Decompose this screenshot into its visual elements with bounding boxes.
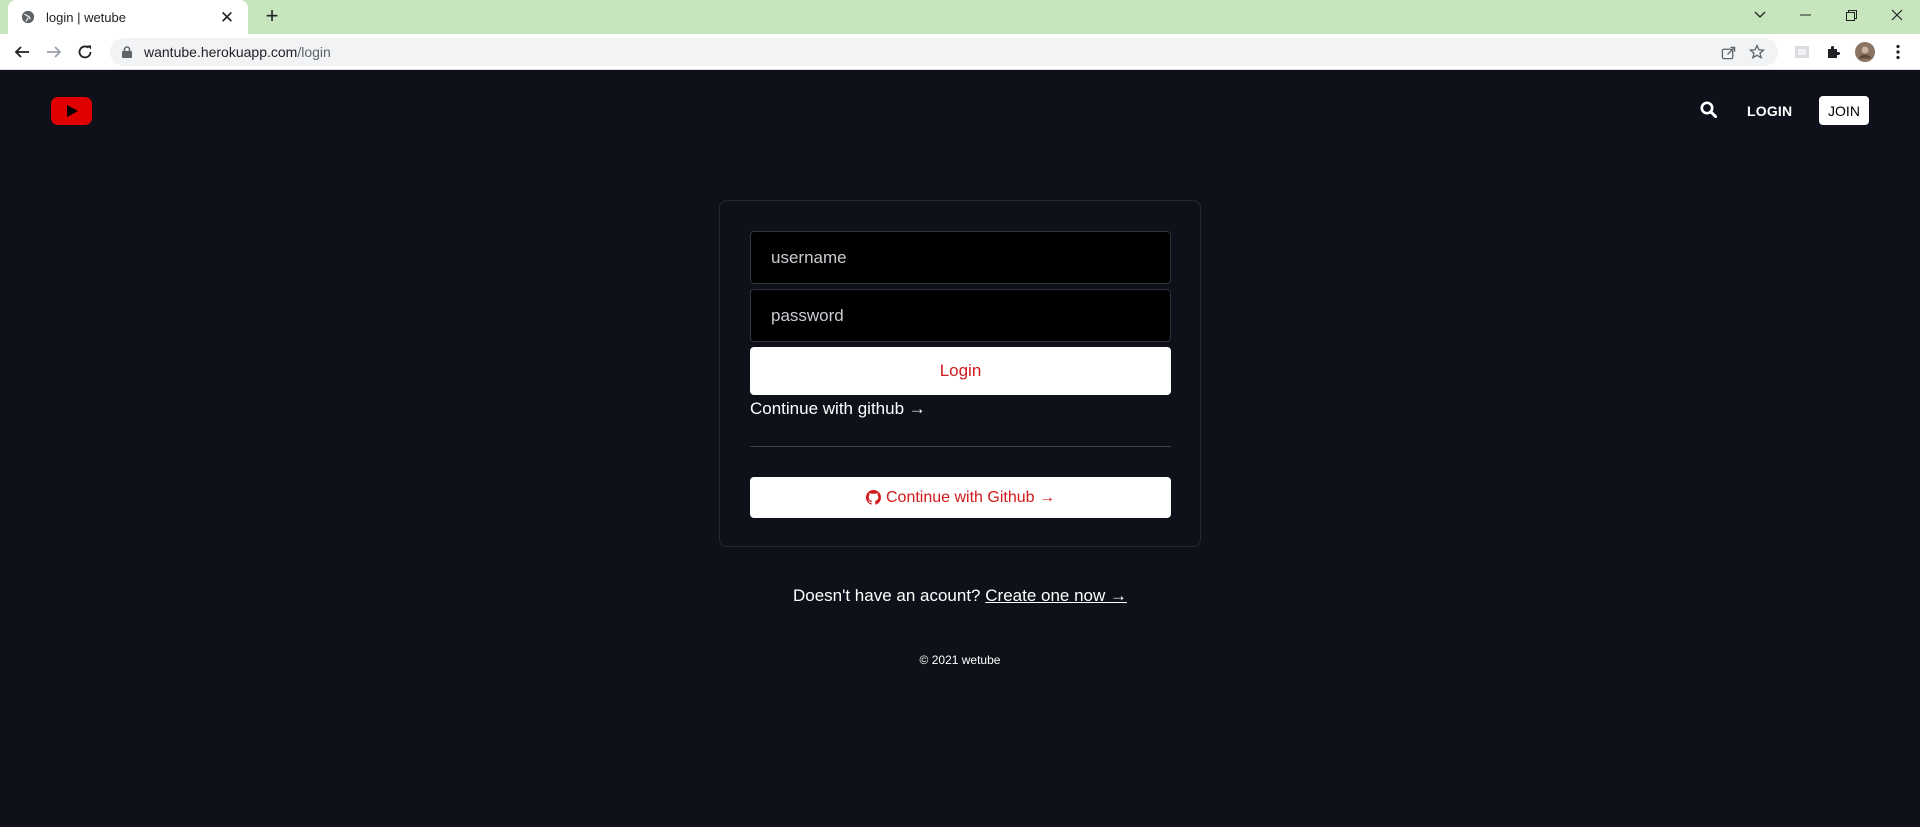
globe-icon	[20, 9, 36, 25]
signup-prompt-text: Doesn't have an acount?	[792, 586, 981, 605]
forward-arrow-icon[interactable]	[42, 40, 66, 64]
username-input[interactable]	[750, 231, 1171, 284]
github-icon	[866, 490, 881, 505]
address-bar[interactable]: wantube.herokuapp.com/login	[110, 38, 1778, 66]
browser-toolbar: wantube.herokuapp.com/login	[0, 34, 1920, 70]
puzzle-icon[interactable]	[1823, 42, 1843, 62]
minimize-icon[interactable]	[1782, 0, 1828, 30]
join-button[interactable]: JOIN	[1819, 96, 1869, 125]
url-host: wantube.herokuapp.com	[144, 44, 298, 60]
play-logo-icon[interactable]	[51, 97, 92, 125]
login-button[interactable]: Login	[750, 347, 1171, 395]
plus-icon[interactable]: +	[260, 5, 284, 29]
divider	[750, 446, 1171, 447]
profile-avatar-icon[interactable]	[1855, 42, 1875, 62]
nav-login-link[interactable]: LOGIN	[1747, 103, 1792, 119]
url-text: wantube.herokuapp.com/login	[144, 44, 331, 60]
search-icon[interactable]	[1700, 101, 1718, 119]
star-icon[interactable]	[1747, 42, 1767, 62]
browser-tab-strip: login | wetube ✕ +	[0, 0, 1920, 34]
github-button-label: Continue with Github →	[886, 488, 1055, 506]
url-path: /login	[297, 44, 331, 60]
github-login-button[interactable]: Continue with Github →	[750, 477, 1171, 518]
share-icon[interactable]	[1718, 42, 1738, 62]
reload-icon[interactable]	[73, 40, 97, 64]
window-close-icon[interactable]	[1874, 0, 1920, 30]
back-arrow-icon[interactable]	[10, 40, 34, 64]
signup-prompt: Doesn't have an acount? Create one now →	[0, 586, 1920, 606]
password-input[interactable]	[750, 289, 1171, 342]
chevron-down-icon[interactable]	[1737, 0, 1783, 30]
tab-title: login | wetube	[46, 9, 126, 25]
lock-icon[interactable]	[122, 46, 134, 58]
continue-github-link[interactable]: Continue with github →	[750, 399, 926, 419]
login-card: Login Continue with github → Continue wi…	[719, 200, 1201, 547]
restore-icon[interactable]	[1828, 0, 1874, 30]
browser-tab[interactable]: login | wetube ✕	[8, 0, 248, 34]
extension-placeholder-icon[interactable]	[1792, 42, 1812, 62]
create-account-link[interactable]: Create one now →	[985, 586, 1127, 605]
close-icon[interactable]: ✕	[218, 9, 236, 26]
kebab-menu-icon[interactable]	[1888, 42, 1908, 62]
footer-copyright: © 2021 wetube	[919, 653, 1001, 667]
